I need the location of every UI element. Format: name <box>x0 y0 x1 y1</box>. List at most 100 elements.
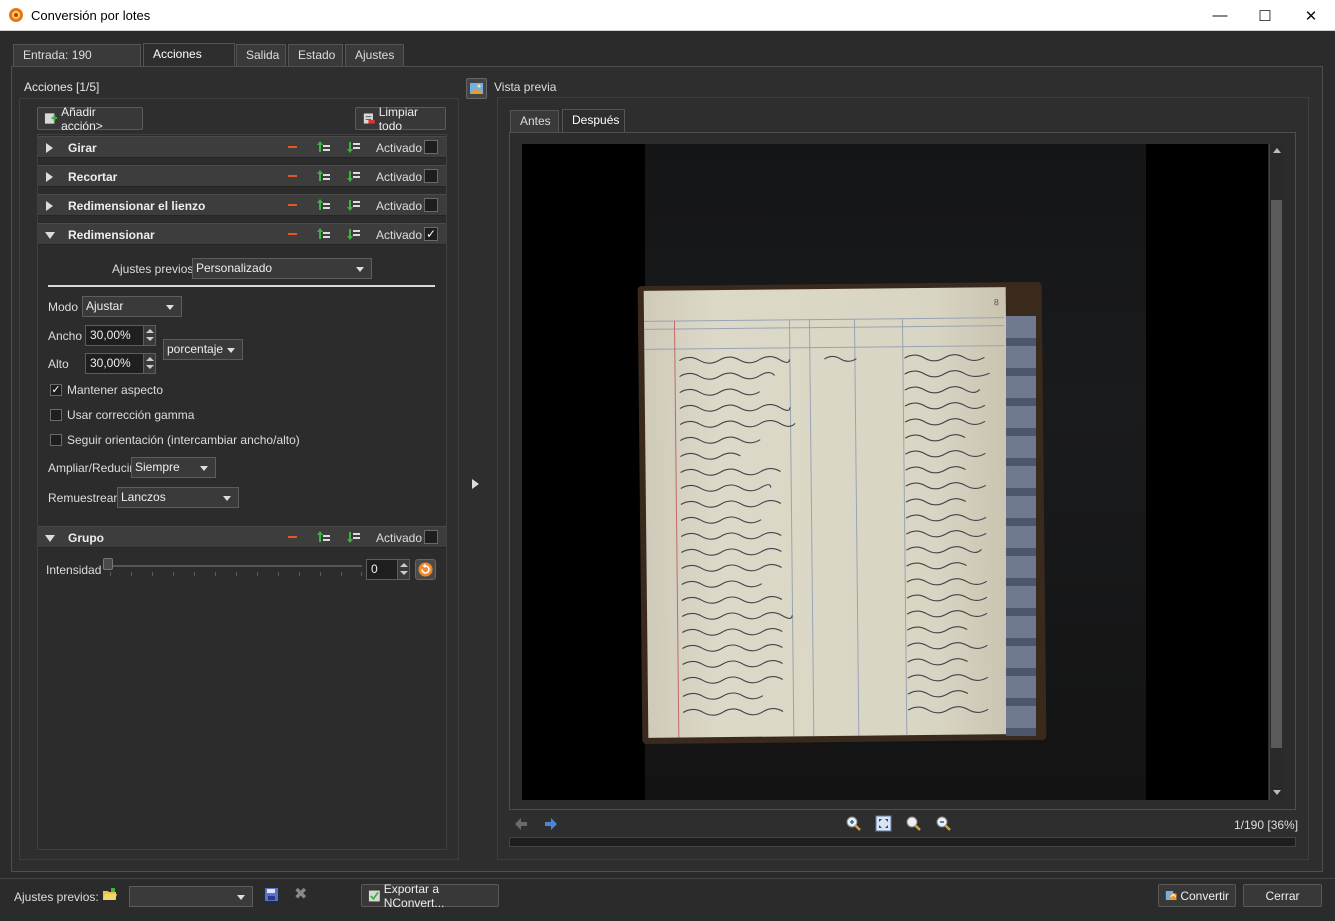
zoom-in-icon[interactable] <box>905 815 922 832</box>
progress-bar <box>509 837 1296 847</box>
tab-input[interactable]: Entrada: 190 archivos <box>13 44 141 83</box>
close-button[interactable]: ✕ <box>1288 0 1334 31</box>
scroll-down-arrow-icon[interactable] <box>1273 790 1281 795</box>
reset-button[interactable] <box>415 559 436 580</box>
remove-action-icon[interactable] <box>288 141 298 152</box>
close-dialog-button[interactable]: Cerrar <box>1243 884 1322 907</box>
width-label: Ancho <box>48 329 83 343</box>
move-up-icon[interactable] <box>317 169 331 183</box>
remove-action-icon[interactable] <box>288 199 298 210</box>
intensity-spin-arrows[interactable] <box>397 560 409 579</box>
intensity-label: Intensidad <box>46 563 102 577</box>
preview-vertical-scrollbar[interactable] <box>1269 144 1283 800</box>
remove-action-icon[interactable] <box>288 531 298 542</box>
expand-arrow-icon[interactable] <box>46 201 53 211</box>
save-icon[interactable] <box>264 887 279 902</box>
fit-window-icon[interactable] <box>875 815 892 832</box>
delete-icon[interactable]: ✖ <box>294 884 307 904</box>
tab-status[interactable]: Estado <box>288 44 343 66</box>
collapse-panel-arrow-icon[interactable] <box>472 479 479 489</box>
handwriting-lines <box>679 354 990 716</box>
export-icon <box>368 890 380 901</box>
orientation-label: Seguir orientación (intercambiar ancho/a… <box>67 433 300 447</box>
presets-label: Ajustes previos <box>112 262 194 276</box>
action-row-group[interactable]: Grupo Activado <box>38 526 446 548</box>
enabled-checkbox[interactable] <box>424 198 438 212</box>
enabled-checkbox[interactable] <box>424 169 438 183</box>
width-spinbox[interactable]: 30,00% <box>85 325 156 346</box>
height-label: Alto <box>48 357 69 371</box>
app-logo-icon <box>9 8 23 22</box>
collapse-arrow-icon[interactable] <box>45 232 55 239</box>
height-spin-arrows[interactable] <box>143 354 155 373</box>
move-down-icon[interactable] <box>347 198 361 212</box>
tab-before[interactable]: Antes <box>510 110 559 132</box>
gamma-checkbox[interactable] <box>50 409 62 421</box>
width-spin-arrows[interactable] <box>143 326 155 345</box>
preview-title: Vista previa <box>494 80 557 94</box>
unit-dropdown[interactable]: porcentaje <box>163 339 243 360</box>
enabled-checkbox[interactable] <box>424 530 438 544</box>
intensity-slider[interactable] <box>104 565 362 567</box>
scroll-up-arrow-icon[interactable] <box>1273 148 1281 153</box>
reset-icon <box>418 562 433 577</box>
ledger-page-number: 8 <box>993 297 999 308</box>
clear-list-icon <box>363 113 375 124</box>
move-down-icon[interactable] <box>347 227 361 241</box>
presets-dropdown[interactable]: Personalizado <box>192 258 372 279</box>
tab-after[interactable]: Después <box>562 109 625 133</box>
add-action-icon <box>44 113 58 124</box>
intensity-slider-handle[interactable] <box>103 558 113 570</box>
enabled-checkbox[interactable]: ✓ <box>424 227 438 241</box>
tab-output[interactable]: Salida <box>236 44 286 66</box>
export-nconvert-button[interactable]: Exportar a NConvert... <box>361 882 499 910</box>
enlarge-dropdown[interactable]: Siempre <box>131 457 216 478</box>
zoom-fit-icon[interactable] <box>845 815 862 832</box>
expand-arrow-icon[interactable] <box>46 143 53 153</box>
scrollbar-thumb[interactable] <box>1271 200 1282 748</box>
presets-footer-label: Ajustes previos: <box>14 890 99 904</box>
action-row-canvas-resize[interactable]: Redimensionar el lienzo Activado <box>38 194 446 216</box>
action-row-crop[interactable]: Recortar Activado <box>38 165 446 187</box>
tab-settings[interactable]: Ajustes <box>345 44 404 66</box>
move-up-icon[interactable] <box>317 198 331 212</box>
orientation-checkbox[interactable] <box>50 434 62 446</box>
remove-action-icon[interactable] <box>288 170 298 181</box>
presets-footer-dropdown[interactable] <box>129 886 253 907</box>
preview-image: 8 <box>522 144 1268 800</box>
window-title: Conversión por lotes <box>31 8 151 23</box>
tab-actions[interactable]: Acciones [1/5] <box>143 43 235 82</box>
maximize-button[interactable]: ☐ <box>1242 0 1288 31</box>
remove-action-icon[interactable] <box>288 228 298 239</box>
enlarge-label: Ampliar/Reducir <box>48 461 134 475</box>
action-row-resize[interactable]: Redimensionar Activado ✓ <box>38 223 446 245</box>
expand-arrow-icon[interactable] <box>46 172 53 182</box>
title-bar: Conversión por lotes — ☐ ✕ <box>0 0 1335 31</box>
mode-dropdown[interactable]: Ajustar <box>82 296 182 317</box>
intensity-spinbox[interactable]: 0 <box>366 559 410 580</box>
bottom-bar: Ajustes previos: ✖ Exportar a NConvert..… <box>0 878 1335 921</box>
clear-all-button[interactable]: Limpiar todo <box>355 105 446 133</box>
height-spinbox[interactable]: 30,00% <box>85 353 156 374</box>
keep-aspect-checkbox[interactable]: ✓ <box>50 384 62 396</box>
move-down-icon[interactable] <box>347 530 361 544</box>
preview-toggle-button[interactable] <box>466 78 487 99</box>
enabled-checkbox[interactable] <box>424 140 438 154</box>
add-action-button[interactable]: Añadir acción> <box>37 105 143 133</box>
move-down-icon[interactable] <box>347 140 361 154</box>
collapse-arrow-icon[interactable] <box>45 535 55 542</box>
convert-button[interactable]: Convertir <box>1158 884 1236 907</box>
move-up-icon[interactable] <box>317 530 331 544</box>
resample-dropdown[interactable]: Lanczos <box>117 487 239 508</box>
zoom-out-icon[interactable] <box>935 815 952 832</box>
move-up-icon[interactable] <box>317 227 331 241</box>
open-folder-icon[interactable] <box>102 887 118 903</box>
action-row-rotate[interactable]: Girar Activado <box>38 136 446 158</box>
image-preview-icon <box>470 83 483 94</box>
previous-arrow-icon[interactable] <box>513 816 529 832</box>
image-counter: 1/190 [36%] <box>1234 818 1299 832</box>
move-up-icon[interactable] <box>317 140 331 154</box>
next-arrow-icon[interactable] <box>543 816 559 832</box>
minimize-button[interactable]: — <box>1197 0 1243 31</box>
move-down-icon[interactable] <box>347 169 361 183</box>
